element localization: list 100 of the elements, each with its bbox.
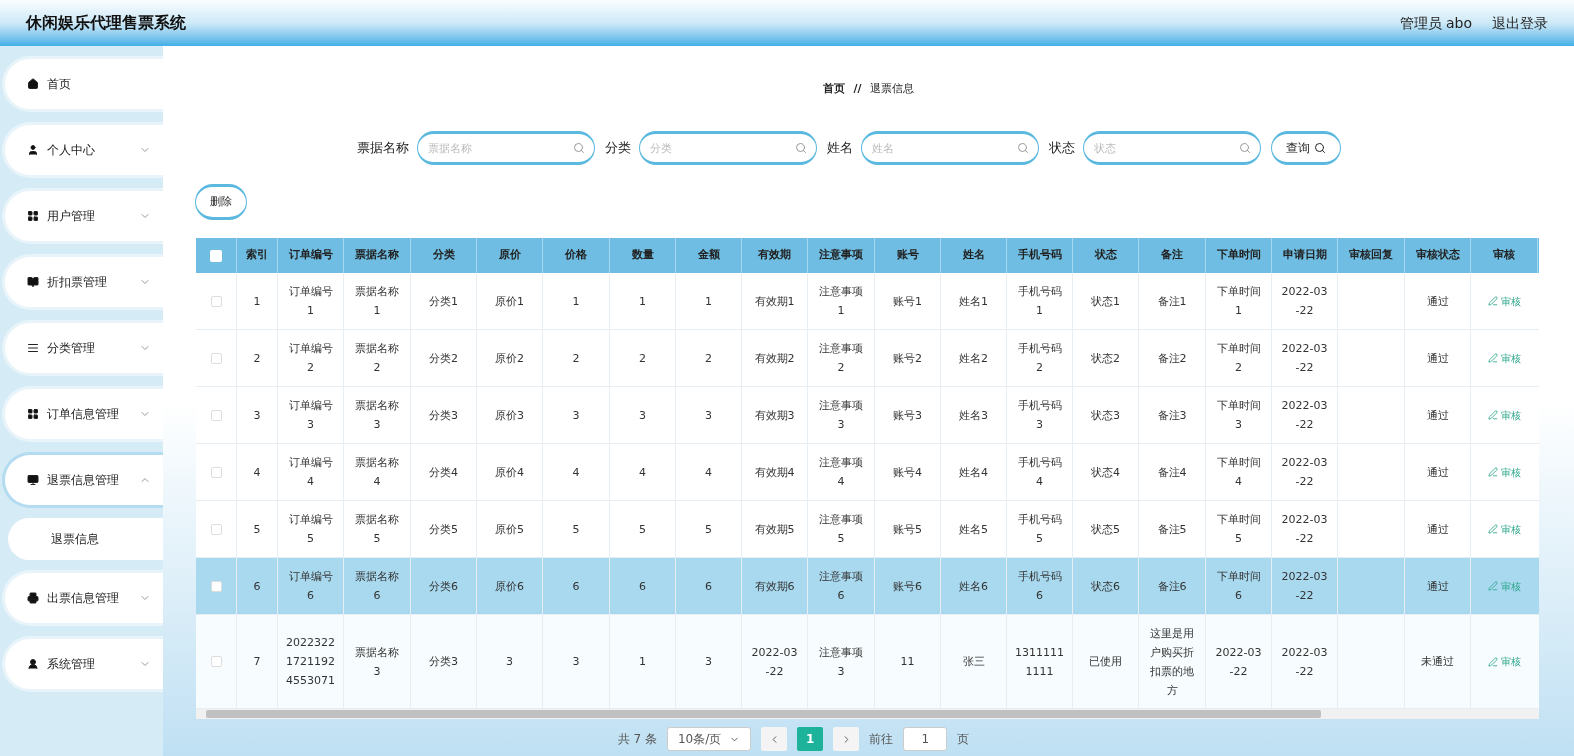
search-label: 状态 [1048,139,1075,158]
logout-link[interactable]: 退出登录 [1492,12,1548,34]
goto-page-field[interactable]: 1 [903,727,948,751]
table-row[interactable]: 2 订单编号2 票据名称2 分类2 原价2 2 2 2 有效期2 注意事项2 账号2 姓名2 手机号码2 状态2 备注2 下单时间2 2022-03-22 通过 审核 [196,330,1539,387]
table-cell-text: 13111111111 [1015,644,1064,680]
table-cell-text: 订单编号5 [287,512,334,547]
table-cell-text: 订单编号2 [287,341,334,376]
table-cell-text: 票据名称4 [354,455,400,490]
table-cell-text: 注意事项1 [818,284,864,319]
search-icon [1016,142,1029,154]
table-cell-text: 注意事项4 [818,455,864,490]
prev-page-button[interactable] [761,727,788,751]
query-button[interactable]: 查询 [1270,131,1341,165]
table-cell-text: 2022-03-22 [1280,341,1329,376]
table-cell-text: 分类3 [429,407,458,424]
menu-label: 首页 [47,76,72,93]
table-row[interactable]: 4 订单编号4 票据名称4 分类4 原价4 4 4 4 有效期4 注意事项4 账号4 姓名4 手机号码4 状态4 备注4 下单时间4 2022-03-22 通过 审核 [196,444,1539,501]
table-row[interactable]: 5 订单编号5 票据名称5 分类5 原价5 5 5 5 有效期5 注意事项5 账号5 姓名5 手机号码5 状态5 备注5 下单时间5 2022-03-22 通过 审核 [196,501,1539,558]
row-checkbox[interactable] [210,466,222,478]
menu-label: 订单信息管理 [47,406,120,423]
table-cell-text: 6 [639,578,646,595]
search-icon [1313,142,1326,154]
row-checkbox[interactable] [210,352,222,364]
table-cell-text: 未通过 [1421,654,1454,670]
table-cell-text: 2 [572,350,580,367]
submenu-item[interactable]: 退票信息 [8,518,163,560]
search-label: 票据名称 [356,139,409,158]
search-icon [1238,142,1251,154]
search-field[interactable]: 分类 [638,131,817,165]
table-cell-text: 5 [253,521,261,538]
table-cell-text: 分类4 [429,464,458,481]
table-cell-text: 分类3 [429,654,458,670]
table-cell-text: 1 [253,293,261,310]
table-cell-text: 已使用 [1089,654,1122,670]
table-row[interactable]: 3 订单编号3 票据名称3 分类3 原价3 3 3 3 有效期3 注意事项3 账号3 姓名3 手机号码3 状态3 备注3 下单时间3 2022-03-22 通过 审核 [196,387,1539,444]
table-cell-text: 注意事项5 [818,512,864,547]
table-row[interactable]: 1 订单编号1 票据名称1 分类1 原价1 1 1 1 有效期1 注意事项1 账号1 姓名1 手机号码1 状态1 备注1 下单时间1 2022-03-22 通过 审核 [196,273,1539,330]
table-cell-text: 手机号码1 [1016,284,1063,319]
row-checkbox[interactable] [210,295,222,307]
search-field[interactable]: 姓名 [860,131,1039,165]
sidebar-item[interactable]: 系统管理 [2,636,163,692]
search-label: 分类 [604,139,631,158]
menu-label: 折扣票管理 [47,274,108,291]
search-field[interactable]: 状态 [1082,131,1261,165]
sidebar-item[interactable]: 订单信息管理 [2,386,163,442]
sidebar-item[interactable]: 用户管理 [2,188,163,244]
table-row[interactable]: 6 订单编号6 票据名称6 分类6 原价6 6 6 6 有效期6 注意事项6 账号6 姓名6 手机号码6 状态6 备注6 下单时间6 2022-03-22 通过 审核 [196,558,1539,615]
table-cell-text: 订单编号4 [287,455,334,490]
table-cell-text: 3 [705,654,712,670]
printer-icon [27,592,39,604]
edit-icon [1488,467,1498,477]
table-cell-text: 5 [572,521,580,538]
table-cell-text: 手机号码5 [1016,512,1063,547]
row-checkbox[interactable] [210,656,222,667]
edit-icon [1488,524,1498,534]
select-all-checkbox[interactable] [210,249,222,262]
page-size-select[interactable]: 10条/页 [666,727,752,751]
table-cell-text: 分类5 [429,521,458,538]
sidebar-item[interactable]: 首页 [2,56,163,112]
table-cell-text: 账号6 [893,578,922,595]
table-cell-text: 通过 [1426,293,1449,310]
table-cell-text: 2022-03-22 [1280,644,1329,680]
table-row[interactable]: 7 202232217211924553071 票据名称3 分类3 3 3 1 3 2022-03-22 注意事项3 11 张三 13111111111 已使用 这里是用户购买折扣票的地方 2022-03-22 2022-03-22 未通过 审核 [196,615,1539,709]
row-checkbox[interactable] [210,523,222,535]
breadcrumb-current: 退票信息 [869,80,914,97]
table-cell-text: 订单编号3 [287,398,334,433]
table-cell-text: 7 [253,654,261,670]
table-cell-text: 原价6 [495,578,524,595]
table-cell-text: 4 [639,464,646,481]
sidebar-item[interactable]: 出票信息管理 [2,570,163,626]
admin-name: 管理员 abo [1399,13,1472,33]
table-cell-text: 202232217211924553071 [286,635,335,689]
breadcrumb-home[interactable]: 首页 [823,80,846,98]
row-checkbox[interactable] [210,580,222,592]
table-cell-text: 1 [639,654,646,670]
table-cell-text: 票据名称6 [354,569,400,604]
sidebar-item[interactable]: 个人中心 [2,122,163,178]
table-cell-text: 2022-03-22 [1280,569,1329,604]
delete-button[interactable]: 删除 [195,184,247,220]
table-cell-text: 3 [506,654,513,670]
table-cell-text: 账号3 [893,407,922,424]
next-page-button[interactable] [833,727,860,751]
table-cell-text: 2022-03-22 [1280,512,1329,547]
table-cell-text: 2022-03-22 [1280,455,1329,490]
sidebar-item[interactable]: 分类管理 [2,320,163,376]
horizontal-scrollbar[interactable] [196,709,1539,719]
table-cell-text: 下单时间3 [1215,398,1262,433]
table-cell-text: 状态6 [1091,578,1120,595]
table-cell-text: 备注1 [1157,293,1187,310]
sidebar-item[interactable]: 折扣票管理 [2,254,163,310]
menu-label: 用户管理 [47,208,96,225]
row-checkbox[interactable] [210,409,222,421]
sidebar-item[interactable]: 退票信息管理 [2,452,163,508]
menu-label: 出票信息管理 [47,590,120,607]
goto-label: 前往 [869,731,894,748]
table-cell-text: 2022-03-22 [750,644,799,680]
table-cell-text: 2 [253,350,261,367]
table-cell-text: 下单时间1 [1215,284,1262,319]
table-cell-text: 账号5 [893,521,922,538]
search-field[interactable]: 票据名称 [416,131,595,165]
